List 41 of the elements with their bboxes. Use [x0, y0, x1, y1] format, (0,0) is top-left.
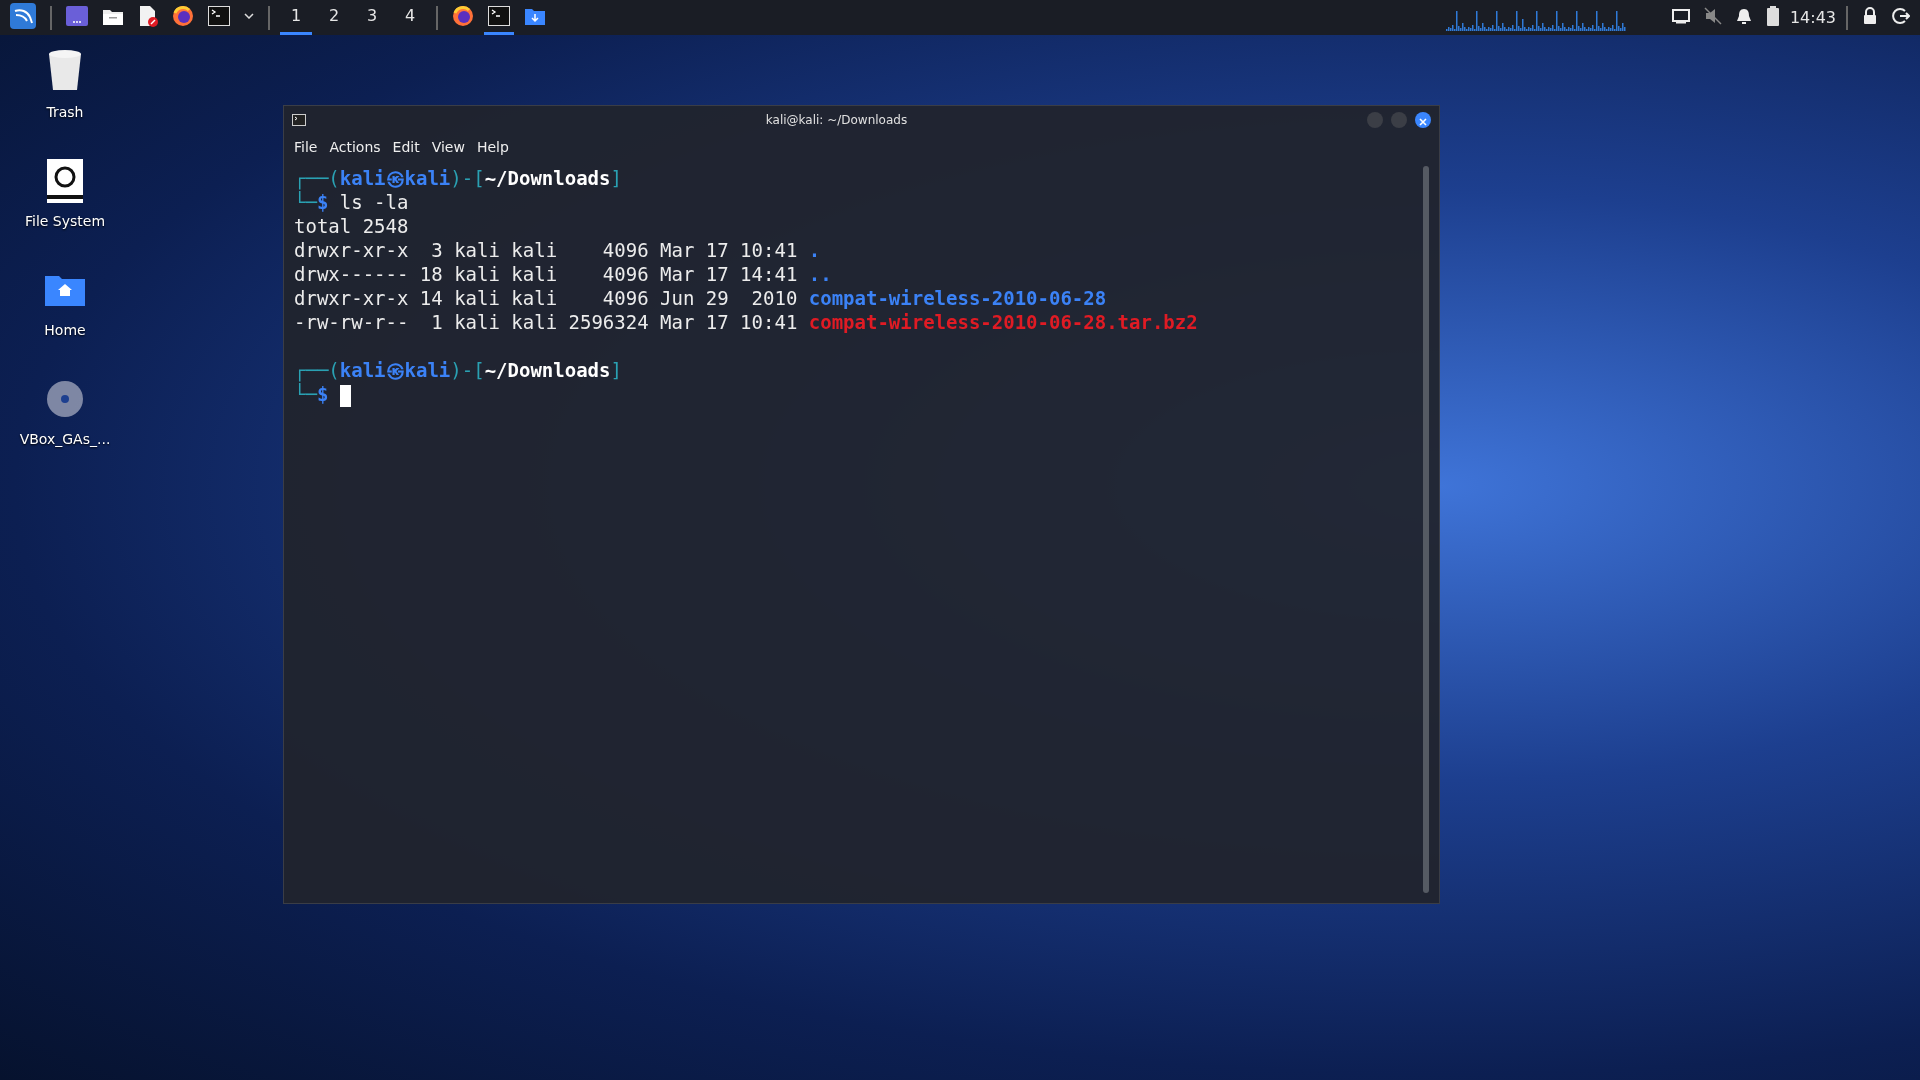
menu-item[interactable]: Actions — [325, 136, 385, 158]
listing-line: drwxr-xr-x 14 kali kali 4096 Jun 29 2010 compat-wireless-2010-06-28 — [294, 286, 1108, 310]
desktop-icon[interactable]: File System — [24, 157, 106, 232]
caret-icon — [244, 13, 254, 19]
workspace-tab[interactable]: 4 — [394, 0, 426, 35]
menu-item[interactable]: Help — [472, 136, 513, 158]
window-title: kali@kali: ~/Downloads — [764, 112, 909, 129]
firefox-icon — [172, 5, 194, 27]
workspace-tab[interactable]: 2 — [318, 0, 350, 35]
lock-icon — [1862, 7, 1878, 25]
muted-speaker-icon — [1703, 7, 1722, 25]
scrollbar[interactable] — [1423, 166, 1429, 893]
desktop-icon[interactable]: Trash — [41, 48, 89, 123]
display-icon — [1671, 8, 1690, 24]
desktop-icon — [66, 6, 88, 26]
bell-icon — [1735, 7, 1752, 25]
terminal-icon — [488, 6, 510, 26]
command-line: └─$ ls -la — [294, 190, 410, 214]
listing-line: drwx------ 18 kali kali 4096 Mar 17 14:41 .. — [294, 262, 833, 286]
document-icon — [138, 5, 158, 27]
prompt-line: ┌──(kali㉿kali)-[~/Downloads] — [294, 358, 623, 382]
battery-icon — [1765, 6, 1780, 26]
listing-line: drwxr-xr-x 3 kali kali 4096 Mar 17 10:41 . — [294, 238, 822, 262]
menu-item[interactable]: Edit — [388, 136, 424, 158]
workspace-tab[interactable]: 1 — [280, 0, 312, 35]
terminal-icon — [292, 114, 306, 126]
terminal-icon — [208, 6, 230, 26]
input-line[interactable]: └─$ — [294, 382, 1417, 406]
firefox-icon — [452, 5, 474, 27]
desktop-icon[interactable]: Home — [41, 266, 89, 341]
workspace-tab[interactable]: 3 — [356, 0, 388, 35]
menu-item[interactable]: View — [427, 136, 469, 158]
logout-icon — [1892, 7, 1910, 25]
menu-item[interactable]: File — [290, 136, 322, 158]
download-folder-icon — [524, 6, 546, 26]
listing-line: -rw-rw-r-- 1 kali kali 2596324 Mar 17 10:41 compat-wireless-2010-06-28.tar.bz2 — [294, 310, 1199, 334]
desktop-icon[interactable]: VBox_GAs_... — [19, 375, 111, 450]
prompt-line: ┌──(kali㉿kali)-[~/Downloads] — [294, 166, 623, 190]
close-button[interactable] — [1415, 112, 1431, 128]
clock-text: 14:43 — [1789, 6, 1836, 29]
output-line: total 2548 — [294, 214, 410, 238]
